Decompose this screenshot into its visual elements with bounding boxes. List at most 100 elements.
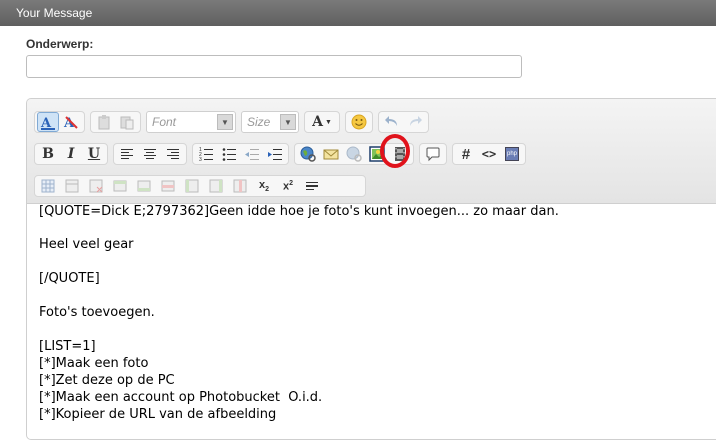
paste-text-button[interactable] (116, 112, 138, 132)
insert-row-after-button[interactable] (133, 176, 155, 196)
smilie-button[interactable] (348, 112, 370, 132)
table-properties-icon (65, 179, 79, 193)
insert-row-after-icon (137, 180, 151, 192)
paste-text-icon (120, 116, 134, 130)
insert-table-button[interactable] (37, 176, 59, 196)
php-button[interactable]: php (501, 144, 523, 164)
link-globe-icon (300, 146, 316, 162)
ordered-list-button[interactable]: 123 (195, 144, 217, 164)
message-editor: A A Font ▼ Size ▼ A ▼ B I U 1 2 3 # <> p… (26, 98, 716, 440)
bullet-list-icon (222, 148, 236, 161)
insert-column-after-icon (209, 179, 223, 193)
redo-icon (410, 116, 422, 126)
message-line-text: Foto's toevoegen. (39, 305, 155, 320)
delete-column-icon (233, 179, 247, 193)
smilie-group (345, 111, 373, 133)
horizontal-rule-button[interactable] (301, 176, 323, 196)
speech-bubble-icon (426, 147, 440, 162)
superscript-icon: x2 (282, 179, 294, 193)
message-line: Foto's toevoegen. (39, 305, 155, 320)
message-line: [*]Zet deze op de PC (39, 373, 175, 388)
message-line: [*]Kopieer de URL van de afbeelding (39, 407, 276, 422)
insert-column-before-button[interactable] (181, 176, 203, 196)
wysiwyg-mode-button[interactable]: A (37, 112, 59, 132)
delete-column-button[interactable] (229, 176, 251, 196)
svg-text:A: A (40, 116, 52, 130)
insert-row-icon (113, 180, 127, 192)
delete-row-button[interactable] (157, 176, 179, 196)
undo-icon (385, 116, 397, 126)
indent-icon (268, 149, 282, 160)
list-group: 123 (192, 143, 289, 165)
align-center-icon (144, 149, 156, 159)
outdent-button[interactable] (241, 144, 263, 164)
insert-column-after-button[interactable] (205, 176, 227, 196)
unlink-icon (346, 146, 362, 162)
quote-button[interactable] (422, 144, 444, 164)
indent-button[interactable] (264, 144, 286, 164)
message-line: [/QUOTE] (39, 271, 100, 286)
align-right-icon (167, 149, 179, 159)
align-group (113, 143, 187, 165)
chevron-down-icon: ▼ (280, 114, 296, 130)
mode-group: A A (34, 111, 85, 133)
window-title-bar: Your Message (0, 0, 716, 26)
italic-button[interactable]: I (60, 144, 82, 164)
code-button[interactable]: # (455, 144, 477, 164)
text-color-group: A ▼ (304, 111, 340, 133)
insert-row-before-button[interactable] (109, 176, 131, 196)
font-select-value: Font (152, 115, 177, 129)
superscript-button[interactable]: x2 (277, 176, 299, 196)
remove-format-button[interactable]: A (60, 112, 82, 132)
unordered-list-button[interactable] (218, 144, 240, 164)
message-line-text: [LIST=1] (39, 339, 96, 354)
message-line-text: [*]Maak een account op Photobucket O.i.d… (39, 390, 323, 405)
chevron-down-icon: ▼ (324, 118, 332, 126)
message-textarea[interactable]: [QUOTE=Dick E;2797362]Geen idde hoe je f… (27, 203, 716, 439)
clipboard-icon (98, 115, 110, 130)
text-style-group: B I U (34, 143, 108, 165)
delete-table-button[interactable] (85, 176, 107, 196)
window-title: Your Message (16, 6, 93, 20)
highlight-circle (380, 134, 410, 168)
bold-button[interactable]: B (37, 144, 59, 164)
subject-input[interactable] (26, 55, 522, 78)
align-left-button[interactable] (116, 144, 138, 164)
editor-toolbar: A A Font ▼ Size ▼ A ▼ B I U 1 2 3 # <> p… (27, 99, 716, 203)
svg-text:3: 3 (199, 157, 202, 162)
remove-link-button[interactable] (343, 144, 365, 164)
quote-group (419, 143, 447, 165)
align-right-button[interactable] (162, 144, 184, 164)
align-center-button[interactable] (139, 144, 161, 164)
undo-button[interactable] (381, 112, 403, 132)
text-color-icon: A (312, 114, 323, 130)
subscript-button[interactable]: x2 (253, 176, 275, 196)
size-select-value: Size (247, 115, 271, 129)
subscript-icon: x2 (258, 178, 270, 194)
message-line-text: [*]Zet deze op de PC (39, 373, 175, 388)
size-select[interactable]: Size ▼ (241, 111, 299, 133)
message-line: [LIST=1] (39, 339, 96, 354)
table-group: x2 x2 (34, 175, 366, 197)
horizontal-rule-icon (306, 182, 318, 190)
toolbar-row-2: B I U 123 # <> php (34, 141, 529, 167)
clipboard-group (90, 111, 141, 133)
insert-link-button[interactable] (297, 144, 319, 164)
ordered-list-icon: 123 (199, 147, 213, 162)
email-icon (323, 149, 339, 160)
underline-button[interactable]: U (83, 144, 105, 164)
html-button[interactable]: <> (478, 144, 500, 164)
redo-button[interactable] (404, 112, 426, 132)
table-properties-button[interactable] (61, 176, 83, 196)
table-icon (41, 179, 55, 193)
smiley-icon (351, 114, 367, 130)
delete-row-icon (161, 180, 175, 192)
font-select[interactable]: Font ▼ (146, 111, 236, 133)
paste-button[interactable] (93, 112, 115, 132)
insert-email-button[interactable] (320, 144, 342, 164)
message-line-text: [/QUOTE] (39, 271, 100, 286)
message-line-text: [*]Kopieer de URL van de afbeelding (39, 407, 277, 422)
font-style-icon: A (40, 116, 55, 130)
delete-table-icon (89, 179, 103, 193)
text-color-button[interactable]: A ▼ (307, 112, 337, 132)
